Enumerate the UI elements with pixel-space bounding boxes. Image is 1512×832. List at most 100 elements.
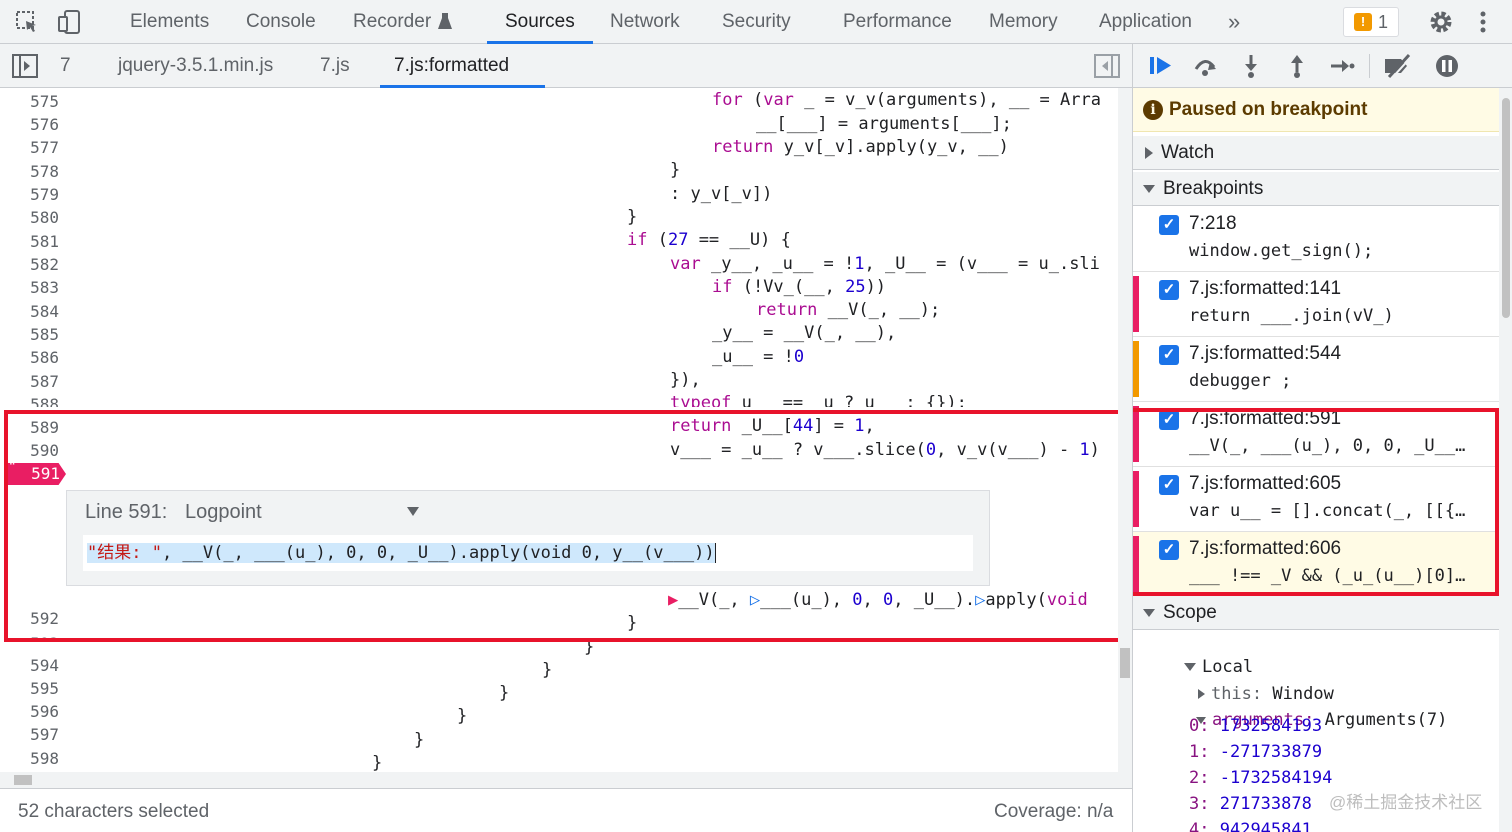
scope-arg-entry[interactable]: 3: 271733878 (1189, 794, 1312, 814)
deactivate-breakpoints-icon[interactable] (1383, 53, 1413, 79)
inline-logpoint-icon[interactable]: ▶ (668, 590, 678, 610)
resume-icon[interactable] (1147, 53, 1175, 79)
file-tab-7js-formatted[interactable]: 7.js:formatted × (380, 44, 545, 120)
line-number[interactable]: 577 (0, 138, 59, 157)
breakpoint-checkbox[interactable]: ✓ (1159, 475, 1179, 495)
tab-application[interactable]: Application (1099, 0, 1192, 44)
line-number[interactable]: 580 (0, 208, 59, 227)
line-number[interactable]: 585 (0, 325, 59, 344)
editor-horizontal-scrollbar[interactable] (0, 772, 1118, 788)
file-tab-7[interactable]: 7 (60, 44, 71, 88)
step-into-icon[interactable] (1237, 53, 1265, 79)
breakpoint-item[interactable]: ✓ 7.js:formatted:544 debugger ; (1133, 337, 1499, 402)
logpoint-editor[interactable]: Line 591: Logpoint "结果: ", __V(_, ___(u_… (66, 490, 990, 586)
code-editor[interactable]: 575 576 577 578 579 580 581 582 583 584 … (0, 88, 1132, 788)
line-number[interactable]: 578 (0, 162, 59, 181)
breakpoint-source: window.get_sign(); (1189, 241, 1374, 261)
device-toolbar-icon[interactable] (56, 9, 82, 35)
issues-button[interactable]: ! 1 (1343, 7, 1399, 37)
line-number[interactable]: 598 (0, 749, 59, 768)
code-line: } (542, 660, 553, 680)
code-line: return _U__[44] = 1, (670, 416, 875, 436)
breakpoint-source: ___ !== _V && (_u_(u__)[0]… (1189, 566, 1466, 586)
line-number[interactable]: 583 (0, 278, 59, 297)
line-number[interactable]: 587 (0, 372, 59, 391)
line-number[interactable]: 581 (0, 232, 59, 251)
line-number[interactable]: 594 (0, 656, 59, 675)
coverage-status[interactable]: Coverage: n/a (994, 801, 1113, 823)
tab-elements[interactable]: Elements (130, 0, 209, 44)
logpoint-marker[interactable]: ¨ 591 (4, 463, 66, 485)
expanded-triangle-icon (1143, 184, 1155, 193)
sidebar-scrollbar[interactable] (1499, 88, 1512, 832)
inline-breakpoint-icon[interactable]: ▷ (750, 590, 760, 610)
code-line: for (var _ = v_v(arguments), __ = Arra (712, 90, 1101, 110)
inline-breakpoint-icon[interactable]: ▷ (975, 590, 985, 610)
line-number[interactable]: 584 (0, 302, 59, 321)
scope-arg-entry[interactable]: 2: -1732584194 (1189, 768, 1332, 788)
file-tab-label: 7.js:formatted (394, 55, 510, 76)
breakpoint-checkbox[interactable]: ✓ (1159, 280, 1179, 300)
file-tab-jquery[interactable]: jquery-3.5.1.min.js (118, 44, 273, 88)
tab-recorder[interactable]: Recorder (353, 0, 431, 44)
line-number[interactable]: 590 (0, 441, 59, 460)
code-line: ▶__V(_, ▷___(u_), 0, 0, _U__).▷apply(voi… (668, 590, 1088, 610)
breakpoint-checkbox[interactable]: ✓ (1159, 410, 1179, 430)
code-line: } (584, 637, 595, 657)
scope-arg-entry[interactable]: 1: -271733879 (1189, 742, 1322, 762)
scope-arg-entry[interactable]: 0: 1732584193 (1189, 716, 1322, 736)
editor-vertical-scrollbar[interactable] (1118, 88, 1132, 788)
breakpoint-item-active[interactable]: ✓ 7.js:formatted:606 ___ !== _V && (_u_(… (1133, 532, 1499, 597)
inspect-element-icon[interactable] (14, 9, 40, 35)
tab-performance[interactable]: Performance (843, 0, 952, 44)
logpoint-type-select[interactable]: Logpoint (185, 501, 425, 524)
line-number[interactable]: 588 (0, 395, 59, 407)
breakpoint-checkbox[interactable]: ✓ (1159, 215, 1179, 235)
breakpoint-item[interactable]: ✓ 7:218 window.get_sign(); (1133, 207, 1499, 272)
settings-gear-icon[interactable] (1428, 9, 1454, 35)
breakpoint-item[interactable]: ✓ 7.js:formatted:605 var u__ = [].concat… (1133, 467, 1499, 532)
breakpoint-location: 7.js:formatted:605 (1189, 473, 1342, 494)
warning-icon: ! (1354, 13, 1372, 31)
tab-security[interactable]: Security (722, 0, 791, 44)
more-options-icon[interactable] (1478, 9, 1488, 35)
breakpoint-item[interactable]: ✓ 7.js:formatted:141 return ___.join(vV_… (1133, 272, 1499, 337)
toggle-debugger-pane-icon[interactable] (1094, 54, 1120, 83)
line-number[interactable]: 576 (0, 115, 59, 134)
scope-section-header[interactable]: Scope (1133, 596, 1499, 630)
breakpoints-section-header[interactable]: Breakpoints (1133, 172, 1499, 206)
watch-section-header[interactable]: Watch (1133, 136, 1499, 170)
logpoint-expression-input[interactable]: "结果: ", __V(_, ___(u_), 0, 0, _U__).appl… (83, 535, 973, 571)
file-tab-7js[interactable]: 7.js (320, 44, 350, 88)
scrollbar-thumb[interactable] (1502, 98, 1510, 318)
step-out-icon[interactable] (1283, 53, 1311, 79)
line-number[interactable]: 595 (0, 679, 59, 698)
line-number[interactable]: 575 (0, 92, 59, 111)
line-number[interactable]: 597 (0, 725, 59, 744)
scrollbar-thumb[interactable] (1120, 648, 1130, 678)
scope-arg-entry[interactable]: 4: 942945841 (1189, 820, 1312, 832)
line-number: 591 (31, 464, 60, 483)
line-number[interactable]: 596 (0, 702, 59, 721)
step-icon[interactable] (1327, 53, 1355, 79)
line-number[interactable]: 593 (0, 634, 59, 642)
breakpoint-checkbox[interactable]: ✓ (1159, 540, 1179, 560)
toggle-navigator-icon[interactable] (12, 54, 38, 83)
line-number[interactable]: 589 (0, 418, 59, 437)
pause-on-exceptions-icon[interactable] (1433, 53, 1461, 79)
tab-sources[interactable]: Sources (487, 0, 593, 44)
breakpoint-item[interactable]: ✓ 7.js:formatted:591 __V(_, ___(u_), 0, … (1133, 402, 1499, 467)
step-over-icon[interactable] (1191, 53, 1219, 79)
line-gutter[interactable]: 575 576 577 578 579 580 581 582 583 584 … (0, 88, 66, 788)
line-number[interactable]: 582 (0, 255, 59, 274)
line-number[interactable]: 586 (0, 348, 59, 367)
scope-label: Scope (1163, 602, 1217, 623)
scrollbar-thumb[interactable] (14, 775, 32, 785)
tab-console[interactable]: Console (246, 0, 316, 44)
more-tabs-icon[interactable]: » (1228, 0, 1240, 44)
breakpoint-checkbox[interactable]: ✓ (1159, 345, 1179, 365)
line-number[interactable]: 592 (0, 609, 59, 628)
tab-network[interactable]: Network (610, 0, 680, 44)
line-number[interactable]: 579 (0, 185, 59, 204)
tab-memory[interactable]: Memory (989, 0, 1058, 44)
